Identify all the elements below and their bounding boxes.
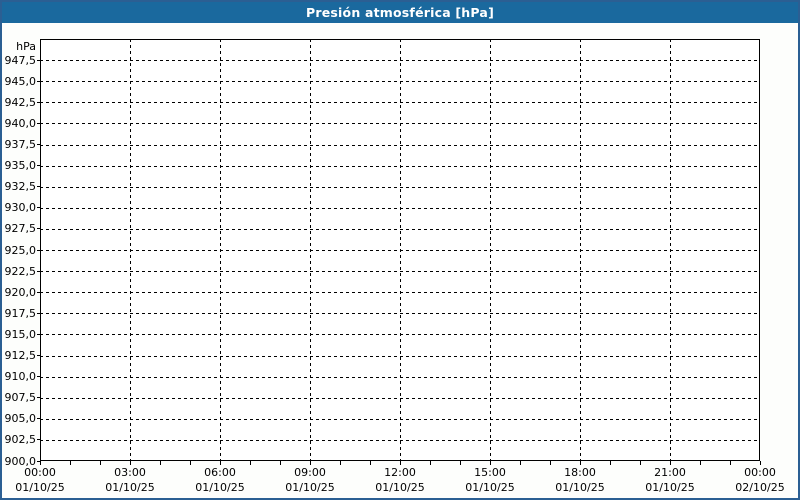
y-axis-tick (37, 228, 40, 230)
y-axis-label: 942,5 (4, 95, 37, 109)
y-axis-tick (37, 418, 40, 420)
y-axis-label: 922,5 (4, 264, 37, 278)
y-axis-label: 940,0 (4, 116, 37, 130)
y-axis-label: 930,0 (4, 201, 37, 215)
y-axis-tick (37, 291, 40, 293)
v-gridline (400, 39, 401, 461)
y-axis-tick (37, 312, 40, 314)
y-axis-tick (37, 144, 40, 145)
y-axis-tick (37, 270, 40, 272)
y-axis-label: 907,5 (4, 391, 37, 405)
x-axis-label: 18:00 01/10/25 (555, 466, 605, 494)
chart-title: Presión atmosférica [hPa] (306, 5, 494, 20)
y-axis-tick (37, 397, 40, 399)
y-axis-label: 912,5 (4, 349, 37, 362)
y-axis-tick (37, 165, 40, 167)
y-axis-tick (37, 122, 40, 124)
y-axis-label: 920,0 (4, 285, 37, 299)
y-axis-tick (37, 101, 40, 103)
v-gridline (580, 39, 581, 461)
y-axis-tick (37, 186, 40, 188)
chart-title-bar: Presión atmosférica [hPa] (2, 2, 798, 23)
y-axis-label: 915,0 (4, 327, 37, 341)
y-axis-label: 902,5 (4, 433, 37, 447)
y-axis-tick (37, 80, 40, 82)
x-axis-label: 00:00 02/10/25 (735, 466, 785, 494)
y-axis-label: 927,5 (4, 222, 37, 236)
y-axis-label: 917,5 (4, 306, 37, 320)
x-axis-label: 15:00 01/10/25 (465, 466, 515, 494)
y-axis-tick (37, 333, 40, 335)
x-axis-label: 21:00 01/10/25 (645, 466, 695, 494)
x-axis-label: 03:00 01/10/25 (105, 466, 155, 494)
v-gridline (670, 39, 671, 461)
v-gridline (130, 39, 131, 461)
v-gridline (220, 39, 221, 461)
y-axis-label: 925,0 (4, 243, 37, 257)
y-axis-label: 935,0 (4, 159, 37, 173)
chart-window: Presión atmosférica [hPa] hPa 947,5 945,0… (0, 0, 800, 500)
y-axis-label: 947,5 (4, 53, 37, 67)
y-axis-tick (37, 207, 40, 209)
y-axis-label: 910,0 (4, 370, 37, 384)
y-axis-label: 945,0 (4, 74, 37, 88)
x-axis-label: 00:00 01/10/25 (15, 466, 65, 494)
y-axis-tick (37, 59, 40, 61)
chart-body: hPa 947,5 945,0 942,5 940,0 937,5 935,0 932,5 9… (2, 23, 798, 498)
y-axis-label: 937,5 (4, 138, 37, 151)
y-axis-tick (37, 355, 40, 356)
y-axis-label: 932,5 (4, 180, 37, 194)
y-axis-tick (37, 249, 40, 251)
y-axis-tick (37, 376, 40, 378)
v-gridline (490, 39, 491, 461)
v-gridline (310, 39, 311, 461)
y-axis-unit-label: hPa (16, 40, 36, 53)
x-axis-label: 09:00 01/10/25 (285, 466, 335, 494)
x-axis-label: 12:00 01/10/25 (375, 466, 425, 494)
x-axis-label: 06:00 01/10/25 (195, 466, 245, 494)
y-axis-label: 905,0 (4, 412, 37, 426)
y-axis-tick (37, 439, 40, 441)
